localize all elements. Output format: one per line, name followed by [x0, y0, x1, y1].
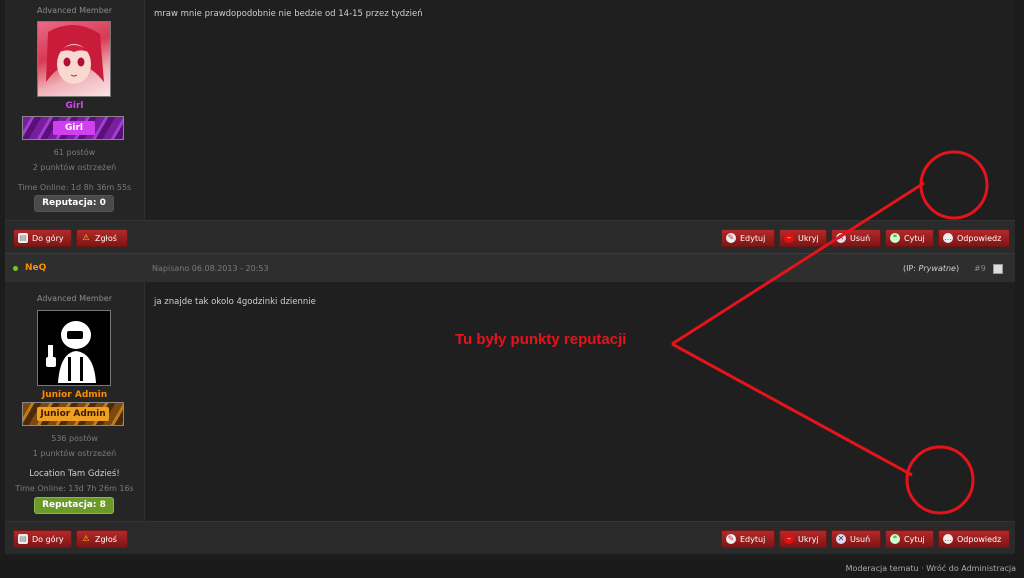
post2-delete-button[interactable]: ✕ Usuń: [831, 530, 881, 548]
biker-avatar-icon: [46, 321, 96, 383]
post1-delete-label: Usuń: [850, 234, 871, 243]
anime-girl-avatar-icon: [46, 24, 104, 84]
post2-top-button[interactable]: ▤ Do góry: [13, 530, 72, 548]
post2-username[interactable]: Junior Admin: [5, 390, 144, 400]
post2-edit-label: Edytuj: [740, 535, 766, 544]
post1-content: [145, 0, 1015, 220]
post2-edit-button[interactable]: ✎ Edytuj: [721, 530, 775, 548]
post2-report-button[interactable]: ⚠ Zgłoś: [76, 530, 128, 548]
post2-report-label: Zgłoś: [95, 535, 117, 544]
footer-links: Moderacja tematu · Wróć do Administracja: [846, 564, 1016, 573]
post1-report-label: Zgłoś: [95, 234, 117, 243]
speech-bubble-icon: ✎: [726, 233, 736, 243]
post1-group-badge-label: Girl: [53, 121, 95, 135]
block-icon: –: [784, 233, 794, 243]
speech-bubble-icon: ✕: [836, 534, 846, 544]
post1-reputation-badge[interactable]: Reputacja: 0: [34, 195, 114, 212]
post2-text: ja znajde tak okolo 4godzinki dziennie: [154, 297, 316, 307]
post1-warnings: 2 punktów ostrzeżeń: [32, 163, 117, 172]
post2-ip-close: ): [955, 264, 960, 273]
post1-text: mraw mnie prawdopodobnie nie bedzie od 1…: [154, 9, 423, 19]
post1-time-online: Time Online: 1d 8h 36m 55s: [17, 183, 132, 192]
speech-bubble-icon: …: [943, 534, 953, 544]
post2-ip-value: Prywatne: [918, 264, 956, 273]
speech-bubble-icon: ✕: [836, 233, 846, 243]
post2-quote-button[interactable]: ❝ Cytuj: [885, 530, 934, 548]
annotation-text: Tu były punkty reputacji: [455, 331, 627, 348]
block-icon: –: [784, 534, 794, 544]
post2-rank-title: Advanced Member: [37, 294, 112, 303]
moderation-link[interactable]: Moderacja tematu: [846, 564, 919, 573]
post2-ip-label: (IP:: [903, 264, 919, 273]
post2-select-checkbox[interactable]: [993, 264, 1003, 274]
warning-icon: ⚠: [82, 534, 90, 543]
post2-group-badge-label: Junior Admin: [37, 407, 109, 421]
post2-avatar[interactable]: [37, 310, 111, 386]
post2-hide-button[interactable]: – Ukryj: [779, 530, 827, 548]
warning-icon: ⚠: [82, 233, 90, 242]
post1-top-button[interactable]: ▤ Do góry: [13, 229, 72, 247]
post1-rank-title: Advanced Member: [37, 6, 112, 15]
post1-posts-count: 61 postów: [53, 148, 96, 157]
online-status-dot: [13, 266, 18, 271]
post2-top-label: Do góry: [32, 535, 64, 544]
post1-edit-button[interactable]: ✎ Edytuj: [721, 229, 775, 247]
post2-ip: (IP: Prywatne): [903, 264, 959, 273]
post2-reply-label: Odpowiedz: [957, 535, 1002, 544]
post2-location: Location Tam Gdzieś!: [29, 469, 120, 479]
post1-hide-label: Ukryj: [798, 234, 819, 243]
post1-reply-label: Odpowiedz: [957, 234, 1002, 243]
post2-quote-label: Cytuj: [904, 535, 925, 544]
post1-top-label: Do góry: [32, 234, 64, 243]
post1-group-badge: Girl: [22, 116, 124, 140]
page-icon: ▤: [18, 534, 28, 544]
post2-content: [145, 282, 1015, 521]
post2-author[interactable]: NeQ: [25, 263, 46, 273]
post1-avatar[interactable]: [37, 21, 111, 97]
page-icon: ▤: [18, 233, 28, 243]
post1-quote-label: Cytuj: [904, 234, 925, 243]
post1-report-button[interactable]: ⚠ Zgłoś: [76, 229, 128, 247]
post1-edit-label: Edytuj: [740, 234, 766, 243]
post1-quote-button[interactable]: ❝ Cytuj: [885, 229, 934, 247]
post2-posts-count: 536 postów: [51, 434, 98, 443]
post2-delete-label: Usuń: [850, 535, 871, 544]
post2-reputation-badge[interactable]: Reputacja: 8: [34, 497, 114, 514]
speech-bubble-icon: ❝: [890, 233, 900, 243]
speech-bubble-icon: ✎: [726, 534, 736, 544]
back-to-admin-link[interactable]: Wróć do Administracja: [926, 564, 1016, 573]
post2-time-online: Time Online: 13d 7h 26m 16s: [15, 484, 134, 493]
post1-delete-button[interactable]: ✕ Usuń: [831, 229, 881, 247]
post2-hide-label: Ukryj: [798, 535, 819, 544]
post2-reply-button[interactable]: … Odpowiedz: [938, 530, 1010, 548]
speech-bubble-icon: …: [943, 233, 953, 243]
post2-warnings: 1 punktów ostrzeżeń: [32, 449, 117, 458]
post2-date: Napisano 06.08.2013 - 20:53: [152, 264, 269, 273]
speech-bubble-icon: ❝: [890, 534, 900, 544]
post1-reply-button[interactable]: … Odpowiedz: [938, 229, 1010, 247]
post2-group-badge: Junior Admin: [22, 402, 124, 426]
post2-number[interactable]: #9: [974, 264, 986, 273]
post1-hide-button[interactable]: – Ukryj: [779, 229, 827, 247]
post1-username[interactable]: Girl: [5, 101, 144, 111]
